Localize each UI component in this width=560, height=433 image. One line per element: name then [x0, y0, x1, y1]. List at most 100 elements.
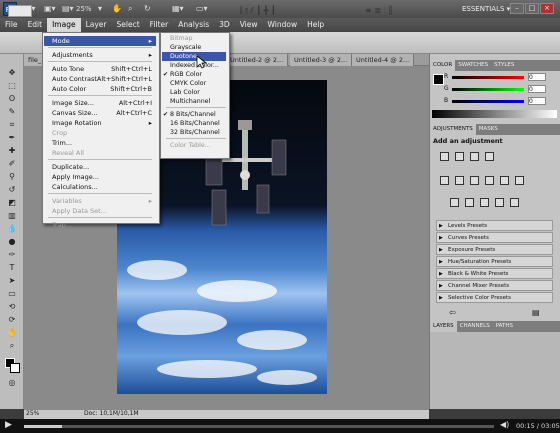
- photo-filter-icon[interactable]: [500, 176, 509, 185]
- blue-value[interactable]: 0: [528, 97, 546, 105]
- panel-fg-swatch[interactable]: [433, 74, 444, 85]
- mode-menu-item-indexed-color[interactable]: Indexed Color...: [162, 61, 226, 70]
- image-menu-item-mode[interactable]: Mode ▸: [44, 36, 156, 46]
- preset-black-white[interactable]: Black & White Presets: [436, 268, 553, 279]
- path-select-icon[interactable]: ➤: [6, 276, 18, 286]
- exposure-icon[interactable]: [485, 152, 494, 161]
- minimize-button[interactable]: –: [510, 3, 524, 14]
- red-slider[interactable]: R 0: [444, 73, 548, 81]
- 3d-orbit-icon[interactable]: ⟳: [6, 315, 18, 325]
- move-tool-preset[interactable]: [8, 5, 32, 17]
- selective-color-icon[interactable]: [510, 198, 519, 207]
- preset-hue-saturation[interactable]: Hue/Saturation Presets: [436, 256, 553, 267]
- green-value[interactable]: 0: [528, 85, 546, 93]
- tab-styles[interactable]: STYLES: [491, 60, 517, 71]
- image-menu-item-auto-color[interactable]: Auto Color Shift+Ctrl+B: [44, 84, 156, 94]
- quick-mask-icon[interactable]: ◎: [6, 378, 18, 388]
- history-brush-icon[interactable]: ↺: [6, 185, 18, 195]
- image-menu-item-apply-image[interactable]: Apply Image...: [44, 172, 156, 182]
- lasso-tool-icon[interactable]: ʘ: [6, 94, 18, 104]
- doc-tab-untitled-3[interactable]: Untitled-3 @ 2...: [290, 54, 353, 66]
- hand-tool-icon[interactable]: ✋: [112, 3, 122, 15]
- brush-tool-icon[interactable]: ✐: [6, 159, 18, 169]
- image-menu-item-image-rotation[interactable]: Image Rotation ▸: [44, 118, 156, 128]
- menu-image[interactable]: Image: [47, 18, 81, 32]
- preset-exposure[interactable]: Exposure Presets: [436, 244, 553, 255]
- brightness-icon[interactable]: [440, 152, 449, 161]
- image-menu-item-duplicate[interactable]: Duplicate...: [44, 162, 156, 172]
- levels-icon[interactable]: [455, 152, 464, 161]
- invert-icon[interactable]: [450, 198, 459, 207]
- move-tool-icon[interactable]: ✥: [6, 68, 18, 78]
- mode-menu-item-multichannel[interactable]: Multichannel: [162, 97, 226, 106]
- zoom-tool-icon[interactable]: ⌕: [128, 3, 132, 15]
- mode-menu-item-grayscale[interactable]: Grayscale: [162, 43, 226, 52]
- playback-progress[interactable]: [24, 425, 494, 428]
- color-balance-icon[interactable]: [470, 176, 479, 185]
- view-extras-icon[interactable]: ▤▾: [62, 3, 74, 15]
- gradient-tool-icon[interactable]: ▥: [6, 211, 18, 221]
- menu-help[interactable]: Help: [302, 18, 329, 32]
- layers-list[interactable]: [430, 332, 560, 409]
- healing-brush-icon[interactable]: ✚: [6, 146, 18, 156]
- blue-slider[interactable]: B 0: [444, 97, 548, 105]
- panel-options-icon[interactable]: ▤: [532, 308, 540, 317]
- tab-channels[interactable]: CHANNELS: [457, 321, 493, 332]
- maximize-button[interactable]: □: [525, 3, 539, 14]
- image-menu-item-adjustments[interactable]: Adjustments ▸: [44, 50, 156, 60]
- preset-selective-color[interactable]: Selective Color Presets: [436, 292, 553, 303]
- posterize-icon[interactable]: [465, 198, 474, 207]
- preset-channel-mixer[interactable]: Channel Mixer Presets: [436, 280, 553, 291]
- red-value[interactable]: 0: [528, 73, 546, 81]
- clone-stamp-icon[interactable]: ⚲: [6, 172, 18, 182]
- menu-layer[interactable]: Layer: [81, 18, 112, 32]
- dodge-tool-icon[interactable]: ●: [6, 237, 18, 247]
- workspace-switcher[interactable]: ESSENTIALS ▾: [462, 3, 510, 15]
- threshold-icon[interactable]: [480, 198, 489, 207]
- mode-menu-item-16-bits-channel[interactable]: 16 Bits/Channel: [162, 119, 226, 128]
- image-menu-item-trim[interactable]: Trim...: [44, 138, 156, 148]
- screen-mode-icon[interactable]: ▭▾: [196, 3, 208, 15]
- return-to-list-icon[interactable]: ⇦: [449, 308, 456, 317]
- arrange-documents-icon[interactable]: ▦▾: [172, 3, 184, 15]
- tab-swatches[interactable]: SWATCHES: [455, 60, 491, 71]
- eraser-tool-icon[interactable]: ◩: [6, 198, 18, 208]
- background-color-swatch[interactable]: [10, 363, 20, 373]
- menu-3d[interactable]: 3D: [214, 18, 235, 32]
- minibridge-icon[interactable]: ▣▾: [44, 3, 56, 15]
- green-slider[interactable]: G 0: [444, 85, 548, 93]
- color-ramp[interactable]: [432, 110, 557, 118]
- play-icon[interactable]: ▶: [5, 420, 12, 430]
- channel-mixer-icon[interactable]: [515, 176, 524, 185]
- type-tool-icon[interactable]: T: [6, 263, 18, 273]
- image-menu-item-image-size[interactable]: Image Size... Alt+Ctrl+I: [44, 98, 156, 108]
- mode-menu-item-duotone[interactable]: Duotone: [162, 52, 226, 61]
- tab-masks[interactable]: MASKS: [476, 124, 501, 135]
- image-menu-item-canvas-size[interactable]: Canvas Size... Alt+Ctrl+C: [44, 108, 156, 118]
- tab-adjustments[interactable]: ADJUSTMENTS: [430, 124, 476, 135]
- gradient-map-icon[interactable]: [495, 198, 504, 207]
- tab-color[interactable]: COLOR: [430, 60, 456, 71]
- 3d-rotate-icon[interactable]: ⟲: [6, 302, 18, 312]
- hand-tool-icon[interactable]: ✋: [6, 328, 18, 338]
- preset-levels[interactable]: Levels Presets: [436, 220, 553, 231]
- volume-icon[interactable]: ◀): [500, 420, 509, 429]
- image-menu-item-auto-contrast[interactable]: Auto Contrast Alt+Shift+Ctrl+L: [44, 74, 156, 84]
- mode-menu-item-lab-color[interactable]: Lab Color: [162, 88, 226, 97]
- status-zoom[interactable]: 25%: [26, 409, 39, 419]
- mode-menu-item-cmyk-color[interactable]: CMYK Color: [162, 79, 226, 88]
- doc-tab-untitled-2[interactable]: Untitled-2 @ 2...: [226, 54, 289, 66]
- tab-paths[interactable]: PATHS: [493, 321, 516, 332]
- marquee-tool-icon[interactable]: ⬚: [6, 81, 18, 91]
- blur-tool-icon[interactable]: 💧: [6, 224, 18, 234]
- menu-filter[interactable]: Filter: [145, 18, 174, 32]
- rotate-view-icon[interactable]: ↻: [144, 3, 151, 15]
- quick-select-tool-icon[interactable]: ✎: [6, 107, 18, 117]
- shape-tool-icon[interactable]: ▭: [6, 289, 18, 299]
- image-menu-item-calculations[interactable]: Calculations...: [44, 182, 156, 192]
- crop-tool-icon[interactable]: ⌗: [6, 120, 18, 130]
- curves-icon[interactable]: [470, 152, 479, 161]
- black-white-icon[interactable]: [485, 176, 494, 185]
- distribute-icons[interactable]: ≡ ≣ ⫶ ║: [365, 5, 425, 17]
- menu-edit[interactable]: Edit: [23, 18, 48, 32]
